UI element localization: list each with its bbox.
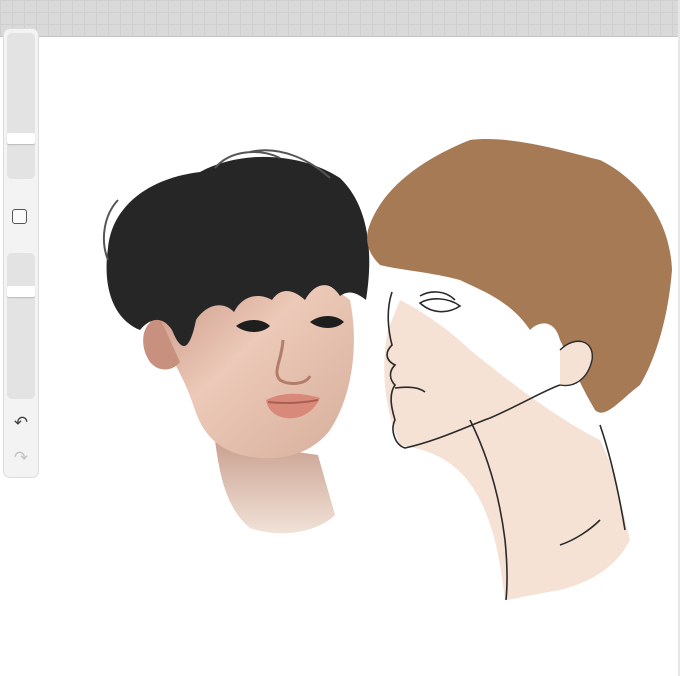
drawing-canvas[interactable] — [0, 37, 680, 676]
sketched-figure — [367, 139, 672, 601]
painted-figure — [102, 149, 370, 534]
top-toolbar — [0, 0, 680, 37]
